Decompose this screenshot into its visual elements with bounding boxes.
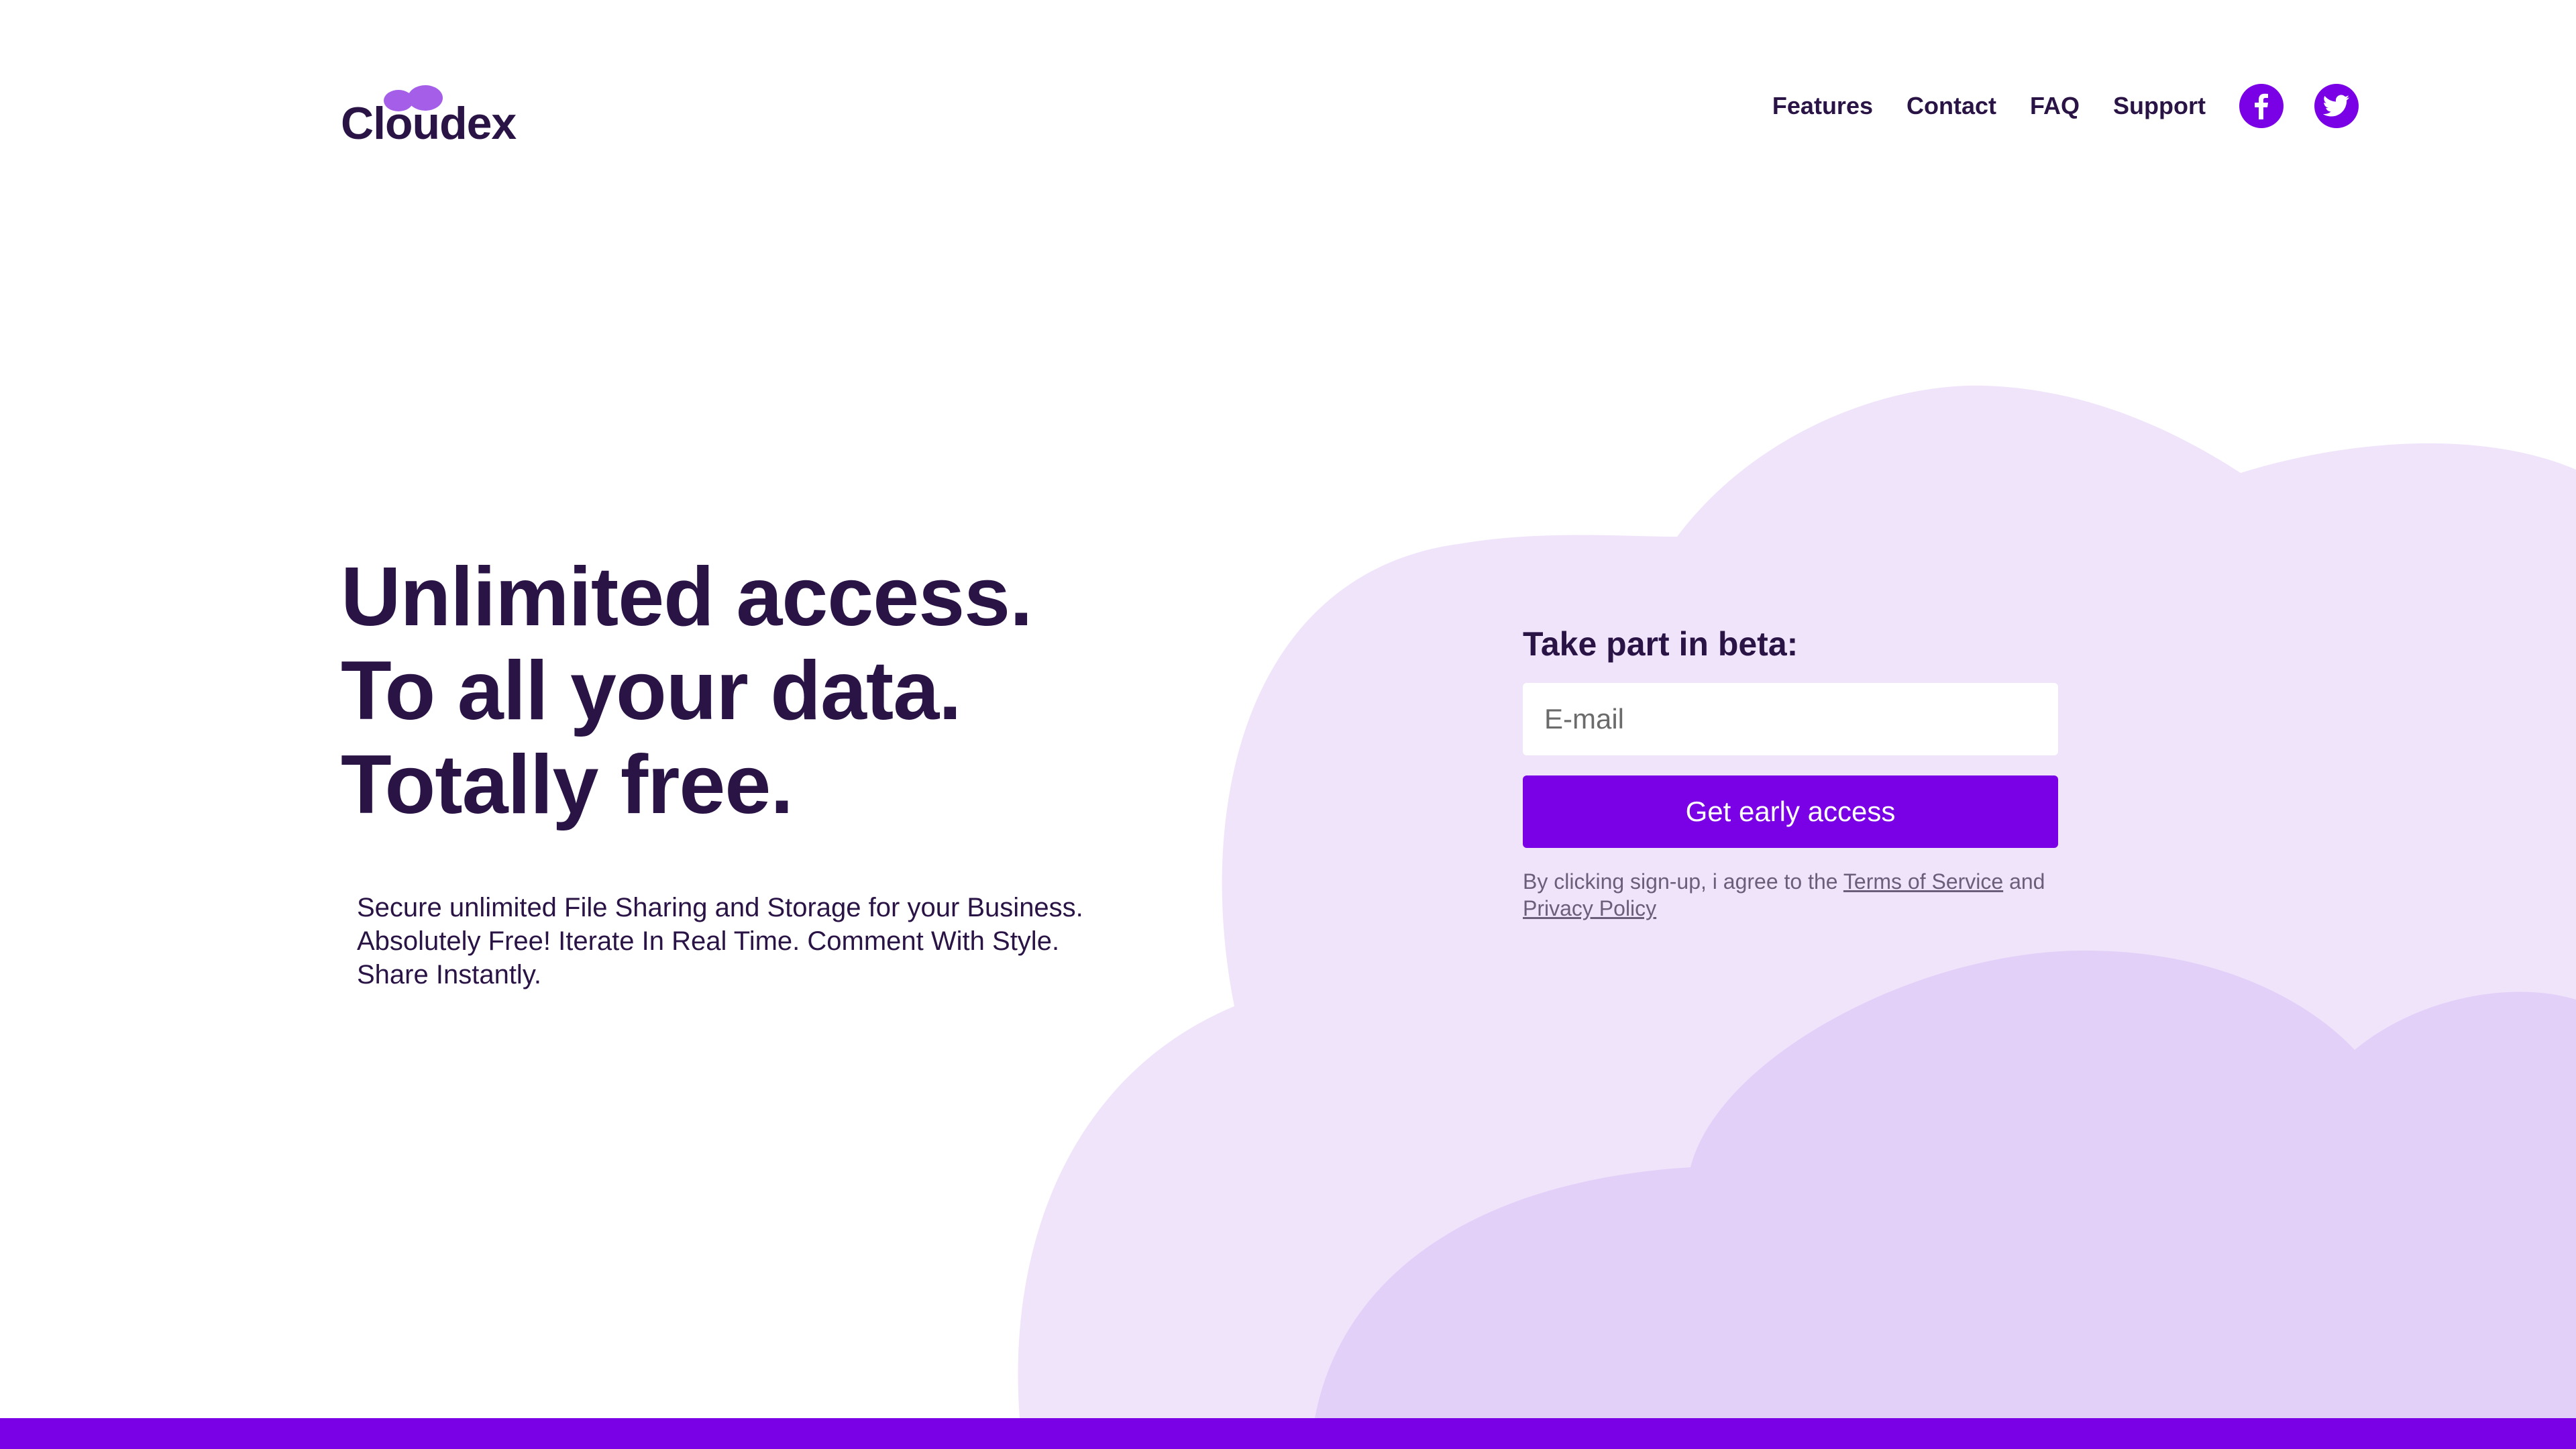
hero-headline: Unlimited access. To all your data. Tota… — [341, 550, 1033, 832]
headline-line-3: Totally free. — [341, 739, 794, 831]
beta-title: Take part in beta: — [1523, 625, 1799, 663]
facebook-button[interactable] — [2239, 84, 2284, 128]
top-nav: Features Contact FAQ Support — [1772, 80, 2359, 131]
terms-of-service-link[interactable]: Terms of Service — [1843, 869, 2003, 894]
legal-notice: By clicking sign-up, i agree to the Term… — [1523, 868, 2059, 922]
description-line-2: Absolutely Free! Iterate In Real Time. C… — [357, 926, 1060, 956]
email-input[interactable] — [1523, 683, 2058, 755]
nav-link-faq[interactable]: FAQ — [2030, 94, 2080, 118]
legal-and: and — [2009, 869, 2045, 894]
twitter-icon — [2323, 95, 2349, 117]
nav-link-contact[interactable]: Contact — [1907, 94, 1996, 118]
get-early-access-button[interactable]: Get early access — [1523, 775, 2058, 848]
privacy-policy-link[interactable]: Privacy Policy — [1523, 896, 1656, 920]
nav-link-support[interactable]: Support — [2113, 94, 2206, 118]
facebook-icon — [2255, 93, 2268, 119]
description-line-3: Share Instantly. — [357, 960, 541, 989]
nav-link-features[interactable]: Features — [1772, 94, 1873, 118]
legal-prefix: By clicking sign-up, i agree to the — [1523, 869, 1838, 894]
brand-logo[interactable]: Cloudex — [341, 85, 517, 152]
landing-page: Cloudex Features Contact FAQ Support Unl… — [0, 0, 2576, 1449]
hero-description: Secure unlimited File Sharing and Storag… — [357, 891, 1162, 991]
beta-signup-form: Take part in beta: Get early access By c… — [1523, 623, 2059, 922]
headline-line-1: Unlimited access. — [341, 551, 1033, 643]
headline-line-2: To all your data. — [341, 645, 962, 737]
brand-name: Cloudex — [341, 98, 517, 149]
bottom-accent-bar — [0, 1418, 2576, 1449]
twitter-button[interactable] — [2314, 84, 2359, 128]
description-line-1: Secure unlimited File Sharing and Storag… — [357, 893, 1083, 922]
